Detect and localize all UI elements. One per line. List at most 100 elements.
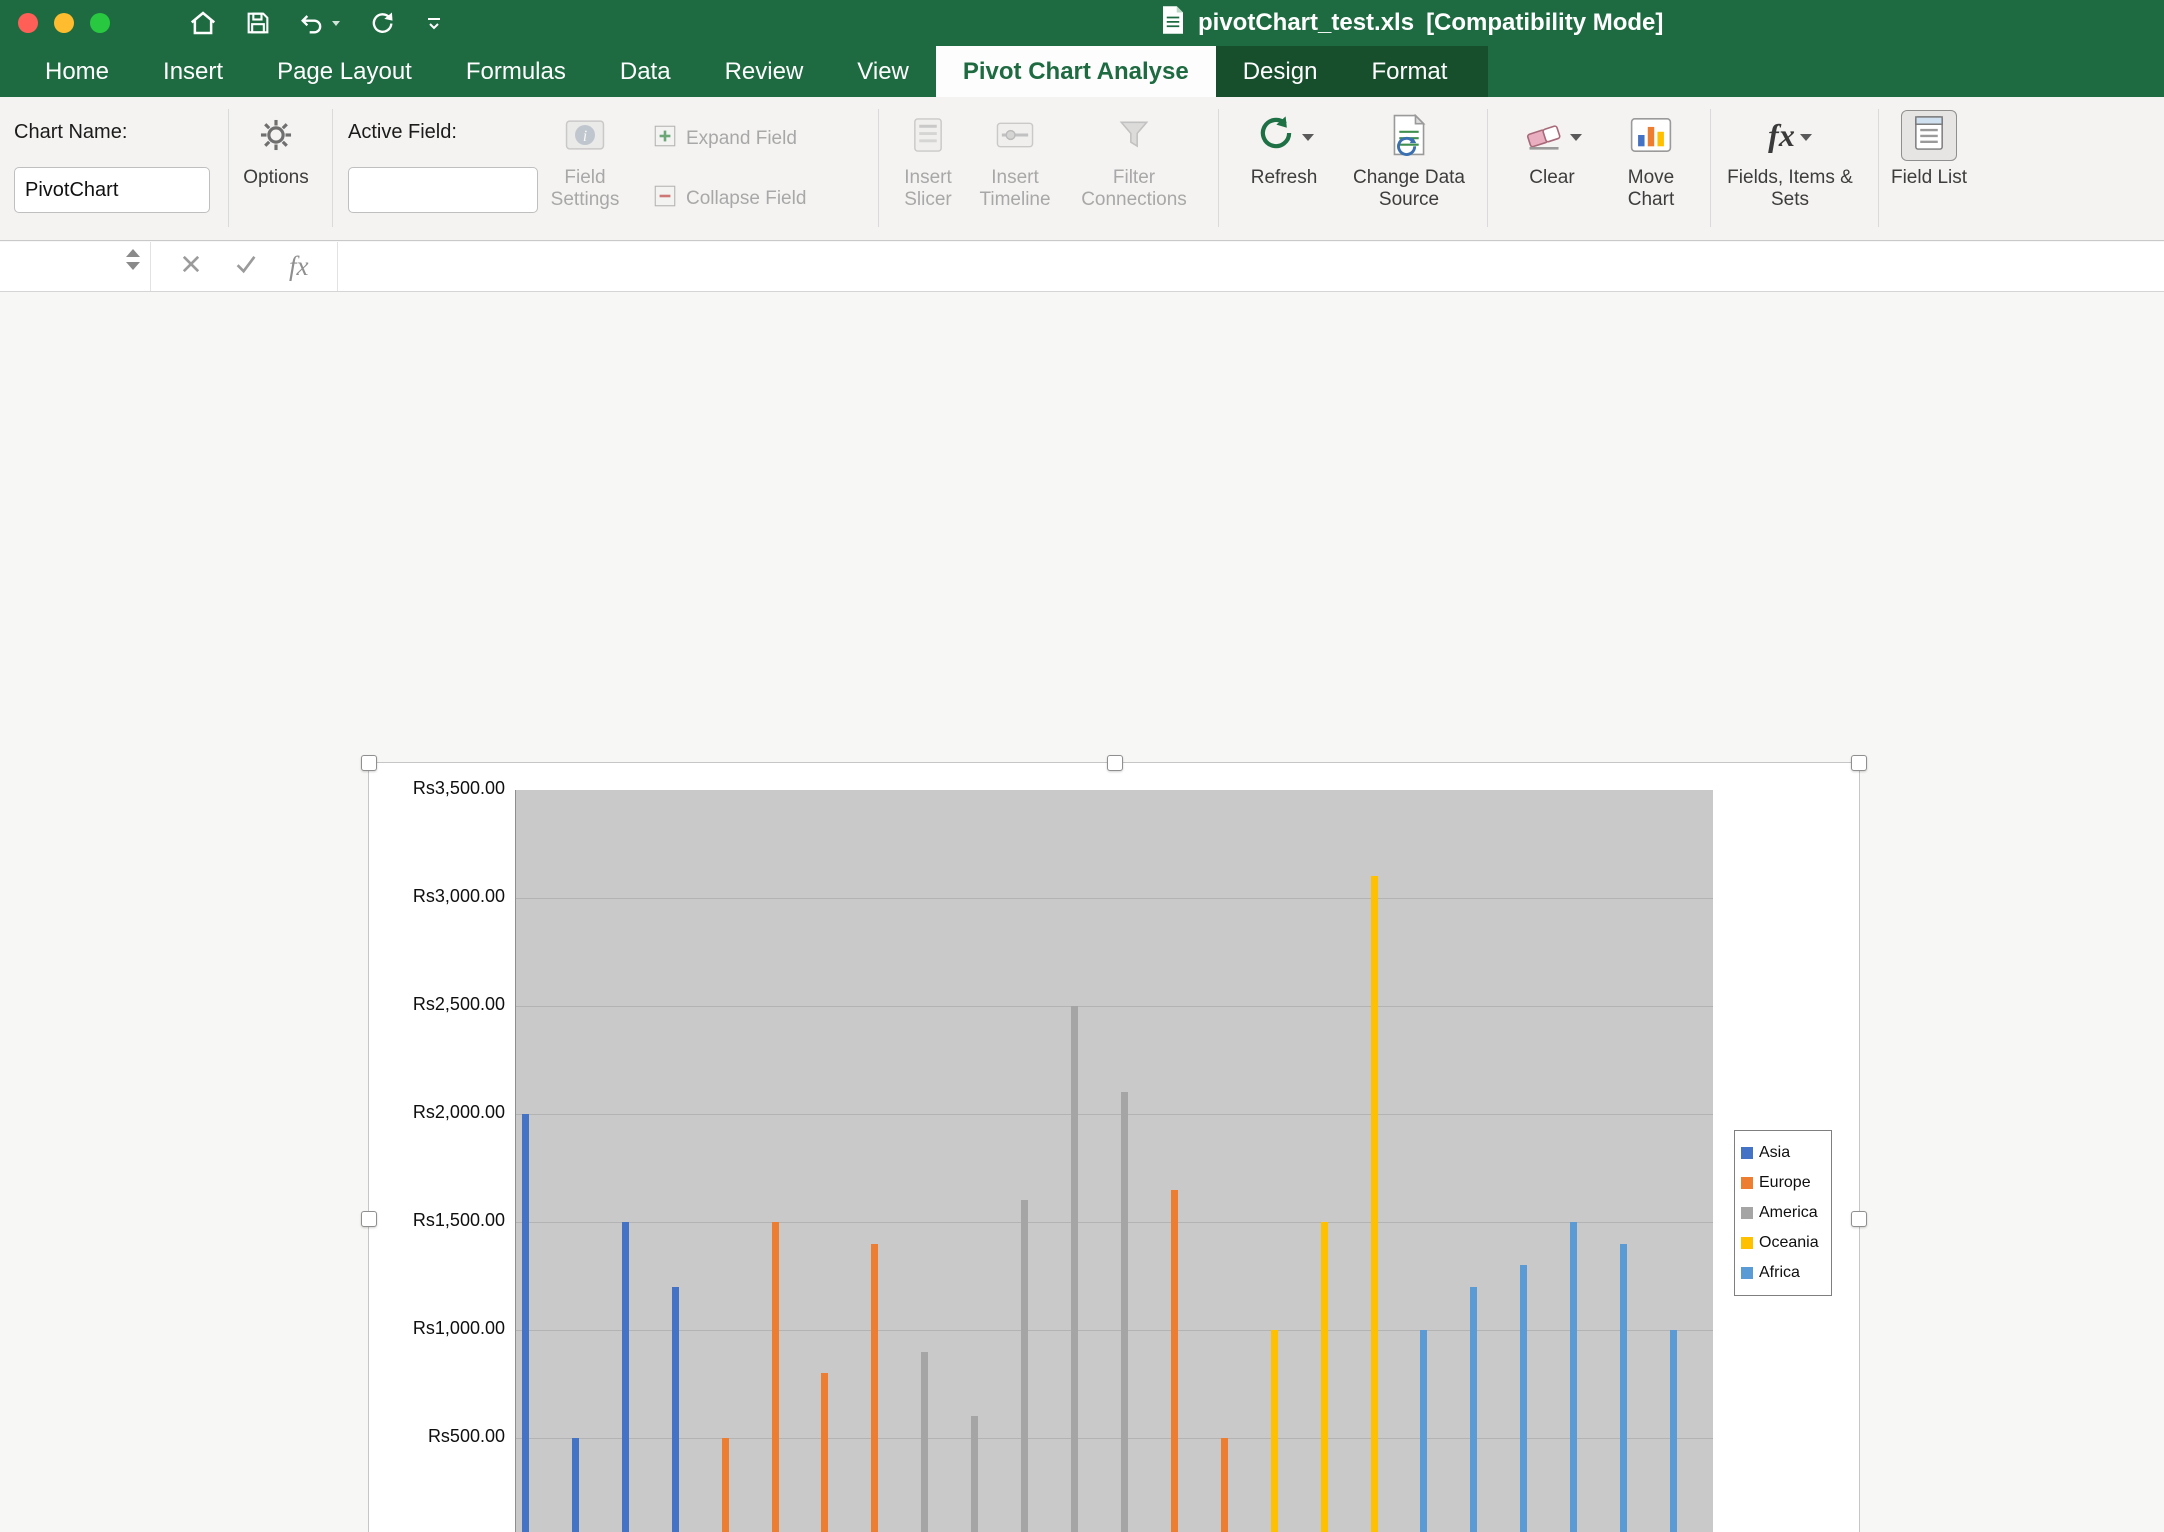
name-box-spinner[interactable] bbox=[126, 249, 140, 270]
toolbar-chevron-icon[interactable] bbox=[422, 11, 446, 35]
tab-pivot-chart-analyse[interactable]: Pivot Chart Analyse bbox=[936, 46, 1216, 97]
chart-name-label: Chart Name: bbox=[14, 121, 127, 144]
gridline bbox=[516, 1222, 1713, 1223]
confirm-check-icon[interactable] bbox=[233, 252, 259, 281]
zoom-button[interactable] bbox=[90, 13, 110, 33]
home-icon[interactable] bbox=[188, 8, 218, 38]
tab-insert[interactable]: Insert bbox=[136, 46, 250, 97]
chart-name-input[interactable] bbox=[14, 167, 210, 213]
formula-input[interactable] bbox=[338, 242, 2164, 291]
bar-miya-chai-q1[interactable] bbox=[971, 1416, 978, 1532]
redo-icon[interactable] bbox=[368, 9, 396, 37]
close-button[interactable] bbox=[18, 13, 38, 33]
tab-view[interactable]: View bbox=[830, 46, 936, 97]
bar-david-maxilaku-q4[interactable] bbox=[622, 1222, 629, 1532]
move-chart-button[interactable]: Move Chart bbox=[1605, 107, 1697, 211]
legend-item-america[interactable]: America bbox=[1741, 1198, 1825, 1228]
ribbon: Chart Name: Options Active Field: i Fiel… bbox=[0, 97, 2164, 241]
bar-jean-chocolade-q3[interactable] bbox=[1520, 1265, 1527, 1532]
move-chart-icon bbox=[1630, 107, 1672, 163]
tab-review[interactable]: Review bbox=[698, 46, 831, 97]
name-box[interactable] bbox=[0, 242, 151, 291]
collapse-minus-icon bbox=[652, 183, 678, 215]
ribbon-separator bbox=[1710, 109, 1711, 227]
collapse-field-button[interactable]: Collapse Field bbox=[652, 183, 806, 215]
legend-item-oceania[interactable]: Oceania bbox=[1741, 1228, 1825, 1258]
expand-field-button[interactable]: Expand Field bbox=[652, 123, 797, 155]
insert-timeline-button[interactable]: Insert Timeline bbox=[960, 107, 1070, 211]
field-settings-button[interactable]: i Field Settings bbox=[530, 107, 640, 211]
bar-elvis-ipoh-coffee-q3[interactable] bbox=[1321, 1222, 1328, 1532]
bar-david-chai-q3[interactable] bbox=[672, 1287, 679, 1532]
bar-elvis-ikuru-q3[interactable] bbox=[1271, 1330, 1278, 1532]
undo-icon[interactable] bbox=[298, 9, 342, 37]
active-field-input[interactable] bbox=[348, 167, 538, 213]
insert-function-icon[interactable]: fx bbox=[289, 251, 309, 282]
minimize-button[interactable] bbox=[54, 13, 74, 33]
bar-ada-chocolade-q1[interactable] bbox=[1570, 1222, 1577, 1532]
tab-home[interactable]: Home bbox=[18, 46, 136, 97]
legend-swatch bbox=[1741, 1237, 1753, 1249]
bar-elvis-ikuru-q1[interactable] bbox=[1171, 1190, 1178, 1532]
fields-items-sets-button[interactable]: fx Fields, Items & Sets bbox=[1722, 107, 1858, 211]
bar-miya-geitost-q2[interactable] bbox=[1071, 1006, 1078, 1532]
bar-james-chang-q2[interactable] bbox=[772, 1222, 779, 1532]
y-tick-label: Rs1,000.00 bbox=[369, 1318, 505, 1339]
bar-james-chang-q3[interactable] bbox=[821, 1373, 828, 1532]
fields-dropdown-caret-icon bbox=[1800, 134, 1812, 141]
chart-legend[interactable]: AsiaEurope America OceaniaAfrica bbox=[1734, 1130, 1832, 1296]
y-tick-label: Rs3,000.00 bbox=[369, 886, 505, 907]
change-data-source-button[interactable]: Change Data Source bbox=[1345, 107, 1473, 211]
y-axis-labels[interactable]: Rs0.00Rs500.00Rs1,000.00Rs1,500.00Rs2,00… bbox=[369, 763, 505, 1532]
selection-handle-n[interactable] bbox=[1107, 755, 1123, 771]
legend-swatch bbox=[1741, 1177, 1753, 1189]
ribbon-separator bbox=[1218, 109, 1219, 227]
filter-connections-button[interactable]: Filter Connections bbox=[1060, 107, 1208, 211]
tab-format[interactable]: Format bbox=[1344, 46, 1474, 97]
bar-miya-maxilaku-q3[interactable] bbox=[921, 1352, 928, 1532]
bar-elvis-ikuru-q2[interactable] bbox=[1221, 1438, 1228, 1532]
spinner-down-icon[interactable] bbox=[126, 262, 140, 270]
bar-miya-geitost-q4[interactable] bbox=[1121, 1092, 1128, 1532]
selection-handle-ne[interactable] bbox=[1851, 755, 1867, 771]
legend-item-europe[interactable]: Europe bbox=[1741, 1168, 1825, 1198]
clear-label: Clear bbox=[1529, 167, 1574, 189]
expand-field-label: Expand Field bbox=[686, 128, 797, 150]
bar-james-chang-q4[interactable] bbox=[871, 1244, 878, 1532]
tab-formulas[interactable]: Formulas bbox=[439, 46, 593, 97]
tab-data[interactable]: Data bbox=[593, 46, 698, 97]
move-chart-label: Move Chart bbox=[1605, 167, 1697, 211]
window-mode-badge: [Compatibility Mode] bbox=[1426, 9, 1663, 37]
pivot-chart-object[interactable]: Rs0.00Rs500.00Rs1,000.00Rs1,500.00Rs2,00… bbox=[368, 762, 1860, 1532]
tab-design[interactable]: Design bbox=[1216, 46, 1345, 97]
timeline-icon bbox=[996, 107, 1034, 163]
bar-jean-chocolade-q2[interactable] bbox=[1470, 1287, 1477, 1532]
worksheet-canvas[interactable]: Rs0.00Rs500.00Rs1,000.00Rs1,500.00Rs2,00… bbox=[0, 292, 2164, 1532]
clear-button[interactable]: Clear bbox=[1502, 107, 1602, 189]
plot-area[interactable] bbox=[515, 790, 1713, 1532]
spinner-up-icon[interactable] bbox=[126, 249, 140, 257]
bar-jean-chocolade-q1[interactable] bbox=[1420, 1330, 1427, 1532]
tab-page-layout[interactable]: Page Layout bbox=[250, 46, 439, 97]
legend-swatch bbox=[1741, 1267, 1753, 1279]
cancel-x-icon[interactable] bbox=[179, 252, 203, 281]
refresh-dropdown-caret-icon bbox=[1302, 134, 1314, 141]
bar-james-chang-q1[interactable] bbox=[722, 1438, 729, 1532]
bar-david-maxilaku-q1[interactable] bbox=[522, 1114, 529, 1532]
selection-handle-e[interactable] bbox=[1851, 1211, 1867, 1227]
refresh-button[interactable]: Refresh bbox=[1232, 107, 1336, 189]
save-icon[interactable] bbox=[244, 9, 272, 37]
legend-label: America bbox=[1759, 1204, 1818, 1222]
field-list-button[interactable]: Field List bbox=[1886, 107, 1972, 189]
legend-item-africa[interactable]: Africa bbox=[1741, 1258, 1825, 1288]
y-tick-label: Rs1,500.00 bbox=[369, 1210, 505, 1231]
bar-ada-chocolade-q3[interactable] bbox=[1670, 1330, 1677, 1532]
bar-david-maxilaku-q2[interactable] bbox=[572, 1438, 579, 1532]
bar-elvis-ipoh-coffee-q4[interactable] bbox=[1371, 876, 1378, 1532]
ribbon-separator bbox=[228, 109, 229, 227]
legend-item-asia[interactable]: Asia bbox=[1741, 1138, 1825, 1168]
options-button[interactable]: Options bbox=[232, 107, 320, 189]
traffic-lights bbox=[18, 13, 110, 33]
bar-miya-geitost-q1[interactable] bbox=[1021, 1200, 1028, 1532]
bar-ada-chocolade-q2[interactable] bbox=[1620, 1244, 1627, 1532]
